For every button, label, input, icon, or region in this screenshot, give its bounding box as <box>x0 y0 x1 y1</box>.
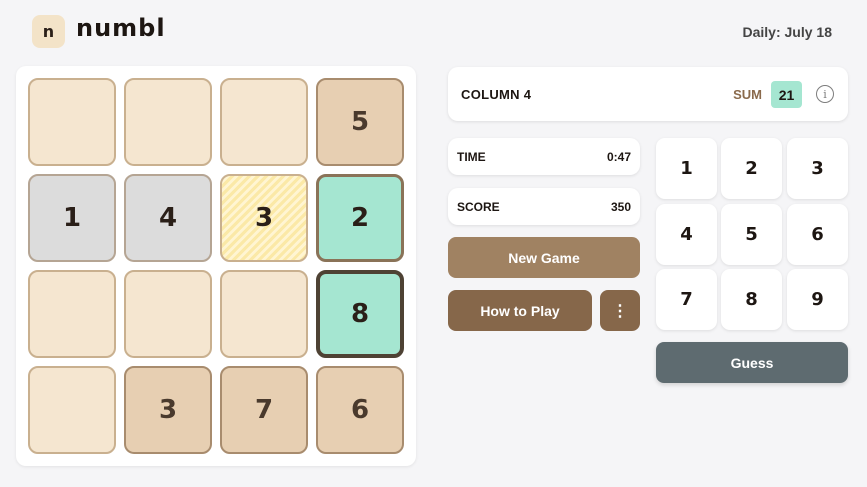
keypad-key[interactable]: 2 <box>721 138 782 199</box>
board-cell[interactable]: 4 <box>124 174 212 262</box>
how-to-play-button[interactable]: How to Play <box>448 290 592 331</box>
board-cell[interactable]: 6 <box>316 366 404 454</box>
new-game-button[interactable]: New Game <box>448 237 640 278</box>
clue-label: COLUMN 4 <box>461 87 532 102</box>
app-title: numbl <box>76 14 166 42</box>
keypad-key[interactable]: 8 <box>721 269 782 330</box>
sum-label: SUM <box>733 87 762 102</box>
score-label: SCORE <box>457 200 500 214</box>
keypad-key[interactable]: 4 <box>656 204 717 265</box>
board-cell[interactable] <box>124 270 212 358</box>
board-cell[interactable]: 7 <box>220 366 308 454</box>
info-icon[interactable]: i <box>816 85 834 103</box>
board-cell[interactable] <box>124 78 212 166</box>
board-cell[interactable]: 5 <box>316 78 404 166</box>
keypad-key[interactable]: 5 <box>721 204 782 265</box>
board-cell[interactable] <box>28 270 116 358</box>
logo-glyph: n <box>42 21 55 41</box>
board-cell[interactable] <box>28 366 116 454</box>
score-value: 350 <box>610 200 631 214</box>
board-cell[interactable]: 1 <box>28 174 116 262</box>
daily-label: Daily: July 18 <box>742 24 833 40</box>
keypad-key[interactable]: 3 <box>787 138 848 199</box>
time-value: 0:47 <box>606 150 631 164</box>
board-cell[interactable] <box>220 78 308 166</box>
board-cell[interactable] <box>28 78 116 166</box>
sum-badge: 21 <box>771 81 802 108</box>
guess-button[interactable]: Guess <box>656 342 848 383</box>
score-card: SCORE 350 <box>448 188 640 225</box>
board-cell[interactable]: 3 <box>220 174 308 262</box>
board-cell[interactable]: 3 <box>124 366 212 454</box>
time-label: TIME <box>457 150 486 164</box>
keypad-key[interactable]: 6 <box>787 204 848 265</box>
time-card: TIME 0:47 <box>448 138 640 175</box>
board-cell[interactable]: 8 <box>316 270 404 358</box>
logo: n <box>32 15 65 48</box>
board-cell[interactable] <box>220 270 308 358</box>
keypad-key[interactable]: 9 <box>787 269 848 330</box>
keypad-key[interactable]: 1 <box>656 138 717 199</box>
more-options-button[interactable]: ⋮ <box>600 290 640 331</box>
game-board: 514328376 <box>16 66 416 466</box>
keypad-key[interactable]: 7 <box>656 269 717 330</box>
clue-card: COLUMN 4 SUM 21 i <box>448 67 848 121</box>
board-cell[interactable]: 2 <box>316 174 404 262</box>
